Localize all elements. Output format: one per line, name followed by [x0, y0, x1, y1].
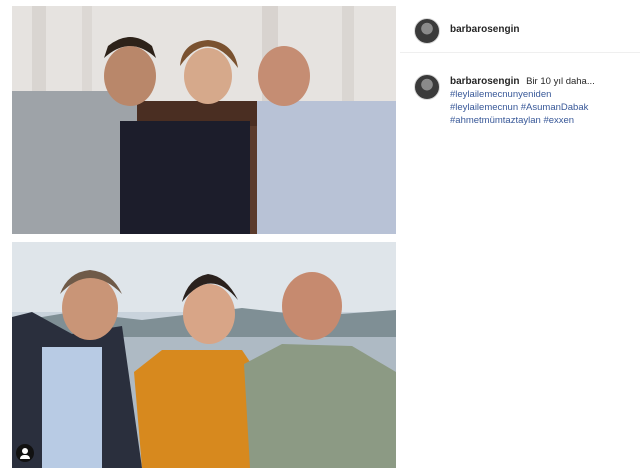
user-tag-icon[interactable] [16, 444, 34, 462]
hashtag-line-1[interactable]: #leylailemecnunyeniden [450, 88, 635, 101]
post-photo-top [12, 6, 396, 234]
post-image[interactable] [12, 6, 396, 468]
caption-avatar-icon[interactable] [414, 74, 440, 100]
header-username[interactable]: barbarosengin [450, 24, 519, 35]
caption-username[interactable]: barbarosengin [450, 76, 519, 87]
post-photo-bottom [12, 242, 396, 468]
post-header: barbarosengin [400, 10, 640, 53]
caption-body: Bir 10 yıl daha... [526, 76, 595, 87]
hashtag-line-3[interactable]: #ahmetmümtaztaylan #exxen [450, 114, 635, 127]
hashtag-line-2[interactable]: #leylailemecnun #AsumanDabak [450, 101, 635, 114]
post-sidebar: barbarosengin barbarosengin Bir 10 yıl d… [400, 0, 640, 476]
caption-text: barbarosengin Bir 10 yıl daha... #leylai… [450, 75, 635, 127]
profile-avatar-icon[interactable] [414, 18, 440, 44]
